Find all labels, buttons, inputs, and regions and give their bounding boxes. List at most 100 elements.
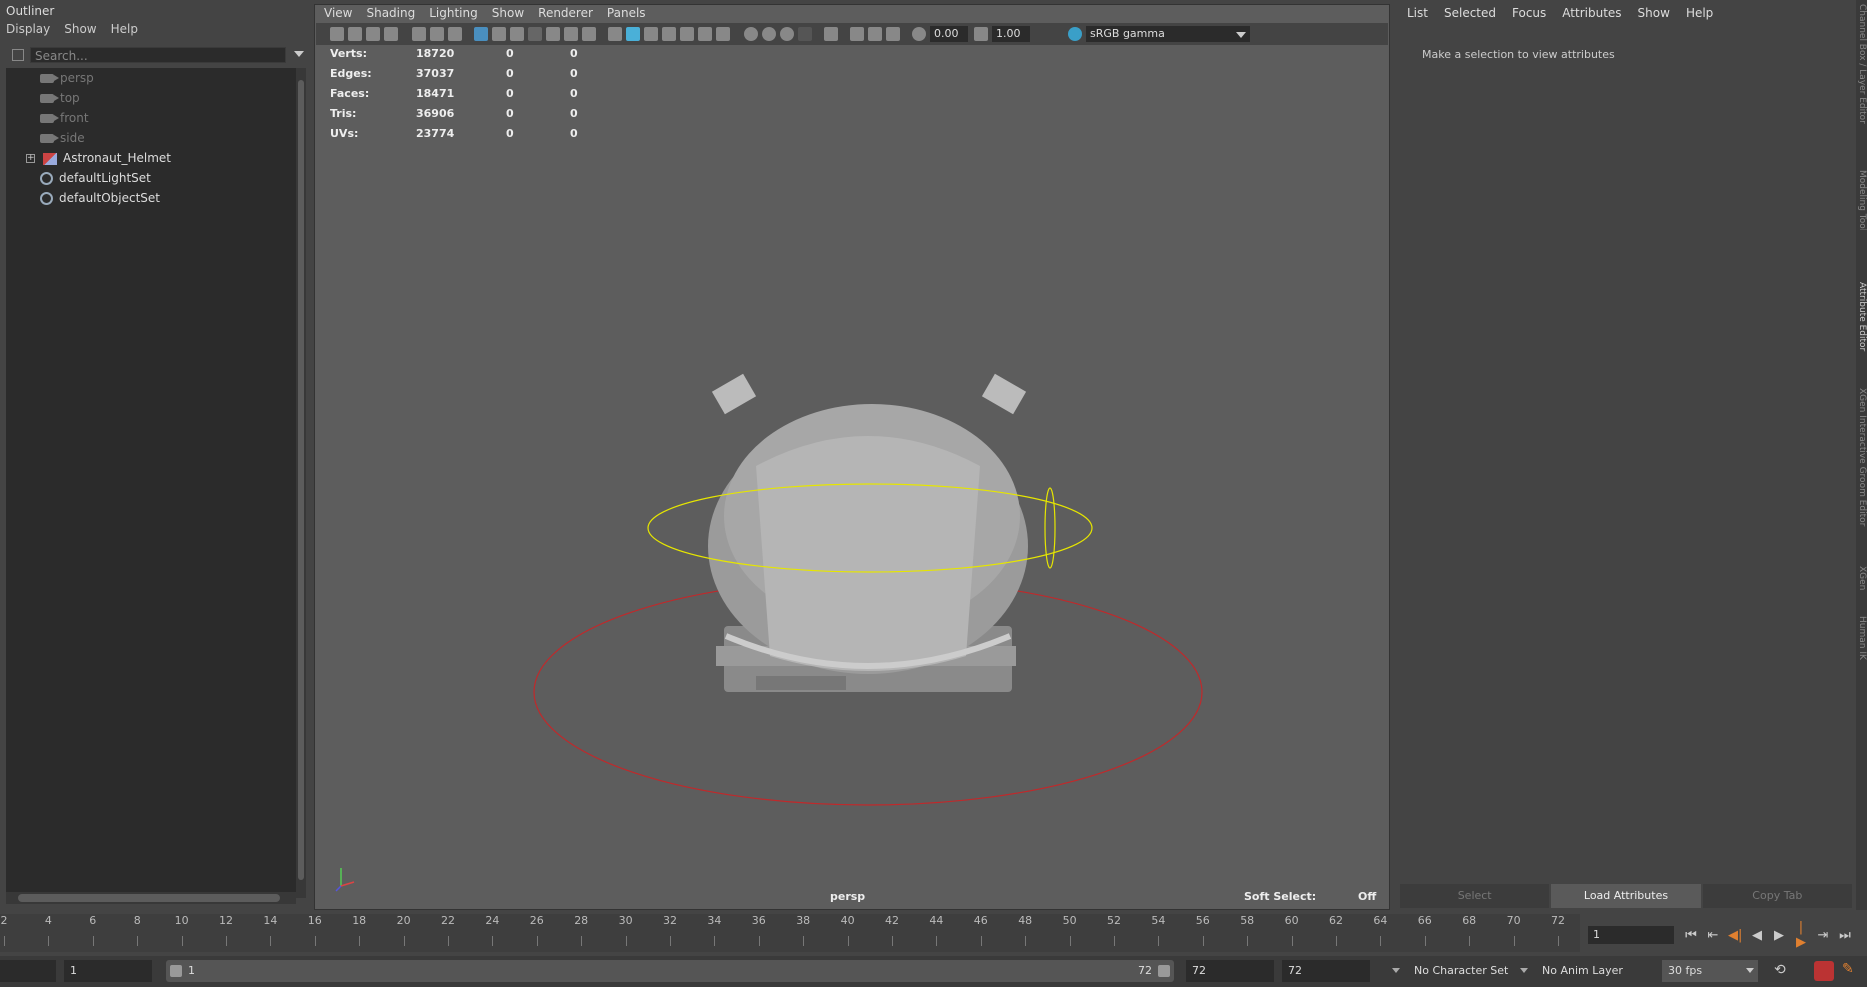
default-material-icon[interactable] — [644, 27, 658, 41]
smooth-shade-icon[interactable] — [626, 27, 640, 41]
step-back-key-icon[interactable]: ⇤ — [1706, 928, 1720, 943]
camera-select-icon[interactable] — [330, 27, 344, 41]
viewport-menu-show[interactable]: Show — [492, 6, 524, 22]
wireframe-on-shaded-icon[interactable] — [680, 27, 694, 41]
attr-menu-list[interactable]: List — [1407, 6, 1428, 20]
shadows-icon[interactable] — [716, 27, 730, 41]
time-slider[interactable]: 2 4 6 8 10 12 14 16 18 20 22 24 26 28 30 32 34 36 38 40 42 44… — [0, 914, 1580, 952]
frame-all-icon[interactable] — [850, 27, 864, 41]
go-to-start-icon[interactable]: ⏮ — [1684, 928, 1698, 943]
hud-toggle-icon[interactable] — [886, 27, 900, 41]
chevron-down-icon[interactable] — [294, 51, 304, 57]
fps-dropdown[interactable]: 30 fps — [1662, 960, 1758, 982]
tree-item-front[interactable]: front — [40, 108, 89, 128]
range-end-handle[interactable] — [1158, 965, 1170, 977]
tree-item-default-light-set[interactable]: defaultLightSet — [40, 168, 151, 188]
outliner-vertical-scroll-thumb[interactable] — [298, 80, 304, 880]
viewport-scene[interactable] — [316, 46, 1388, 908]
range-slider[interactable]: 1 72 — [166, 960, 1174, 982]
field-chart-icon[interactable] — [546, 27, 560, 41]
animation-preferences-icon[interactable]: ✎ — [1842, 961, 1854, 977]
wireframe-icon[interactable] — [608, 27, 622, 41]
attr-menu-attributes[interactable]: Attributes — [1562, 6, 1621, 20]
grease-pencil-icon[interactable] — [412, 27, 426, 41]
tree-item-top[interactable]: top — [40, 88, 80, 108]
chevron-down-icon[interactable] — [1746, 968, 1754, 973]
outliner-horizontal-scroll-thumb[interactable] — [18, 894, 280, 902]
viewport-menu-renderer[interactable]: Renderer — [538, 6, 593, 22]
exposure-field[interactable]: 0.00 — [930, 26, 968, 42]
step-back-frame-icon[interactable]: ◀| — [1728, 928, 1742, 943]
load-attributes-button[interactable]: Load Attributes — [1551, 884, 1701, 908]
auto-key-icon[interactable] — [1814, 961, 1834, 981]
go-to-end-icon[interactable]: ⏭ — [1838, 928, 1852, 943]
xray-joints-icon[interactable] — [762, 27, 776, 41]
play-backwards-icon[interactable]: ◀ — [1750, 928, 1764, 943]
range-start-handle[interactable] — [170, 965, 182, 977]
attr-menu-help[interactable]: Help — [1686, 6, 1713, 20]
side-tab-attribute-editor[interactable]: Attribute Editor — [1856, 282, 1867, 362]
outliner-menu-display[interactable]: Display — [6, 22, 50, 40]
xray-icon[interactable] — [744, 27, 758, 41]
tree-item-astronaut-helmet[interactable]: + Astronaut_Helmet — [26, 148, 171, 168]
gamma-icon[interactable] — [974, 27, 988, 41]
safe-title-icon[interactable] — [582, 27, 596, 41]
bookmark-icon[interactable] — [366, 27, 380, 41]
viewport-menu-view[interactable]: View — [324, 6, 352, 22]
playback-start-field[interactable]: 1 — [64, 960, 152, 982]
viewport-menu-lighting[interactable]: Lighting — [429, 6, 478, 22]
tree-item-side[interactable]: side — [40, 128, 85, 148]
grid-icon[interactable] — [474, 27, 488, 41]
attr-menu-selected[interactable]: Selected — [1444, 6, 1496, 20]
motion-blur-icon[interactable] — [798, 27, 812, 41]
animation-end-field[interactable]: 72 — [1282, 960, 1370, 982]
viewport-menu-panels[interactable]: Panels — [607, 6, 646, 22]
resolution-gate-icon[interactable] — [510, 27, 524, 41]
isolate-select-icon[interactable] — [824, 27, 838, 41]
chevron-down-icon[interactable] — [1236, 32, 1246, 38]
outliner-menu-help[interactable]: Help — [111, 22, 138, 40]
current-frame-field[interactable]: 1 — [1588, 926, 1674, 944]
anim-layer-dropdown[interactable]: No Anim Layer — [1536, 960, 1642, 982]
side-tab-xgen-groom[interactable]: XGen Interactive Groom Editor — [1856, 388, 1867, 548]
chevron-down-icon[interactable] — [1392, 968, 1400, 973]
side-tab-channel-box[interactable]: Channel Box / Layer Editor — [1856, 4, 1867, 144]
copy-tab-button[interactable]: Copy Tab — [1702, 884, 1852, 908]
loop-icon[interactable]: ⟲ — [1774, 962, 1786, 978]
character-set-dropdown[interactable]: No Character Set — [1408, 960, 1514, 982]
lights-icon[interactable] — [698, 27, 712, 41]
color-management-icon[interactable] — [1068, 27, 1082, 41]
step-forward-key-icon[interactable]: ⇥ — [1816, 928, 1830, 943]
expand-plus-icon[interactable]: + — [26, 154, 35, 163]
film-gate-icon[interactable] — [492, 27, 506, 41]
gate-mask-icon[interactable] — [528, 27, 542, 41]
filter-icon[interactable] — [12, 49, 24, 61]
paint-icon[interactable] — [448, 27, 462, 41]
frame-selected-icon[interactable] — [868, 27, 882, 41]
side-tab-xgen[interactable]: XGen — [1856, 566, 1867, 596]
play-forwards-icon[interactable]: ▶ — [1772, 928, 1786, 943]
2d-pan-zoom-icon[interactable] — [430, 27, 444, 41]
attr-menu-focus[interactable]: Focus — [1512, 6, 1546, 20]
outliner-search-input[interactable]: Search... — [30, 47, 286, 63]
textured-icon[interactable] — [662, 27, 676, 41]
select-button[interactable]: Select — [1400, 884, 1550, 908]
color-space-dropdown[interactable]: sRGB gamma — [1086, 26, 1250, 42]
exposure-icon[interactable] — [912, 27, 926, 41]
side-tab-human-ik[interactable]: Human IK — [1856, 616, 1867, 676]
playback-end-field[interactable]: 72 — [1186, 960, 1274, 982]
side-tab-modeling-toolkit[interactable]: Modeling Toolkit — [1856, 170, 1867, 230]
step-forward-frame-icon[interactable]: |▶ — [1794, 920, 1808, 950]
camera-attributes-icon[interactable] — [348, 27, 362, 41]
ambient-occlusion-icon[interactable] — [780, 27, 794, 41]
animation-start-field[interactable] — [0, 960, 56, 982]
safe-action-icon[interactable] — [564, 27, 578, 41]
chevron-down-icon[interactable] — [1520, 968, 1528, 973]
attr-menu-show[interactable]: Show — [1638, 6, 1670, 20]
gamma-field[interactable]: 1.00 — [992, 26, 1030, 42]
tree-item-persp[interactable]: persp — [40, 68, 94, 88]
image-plane-icon[interactable] — [384, 27, 398, 41]
tree-item-default-object-set[interactable]: defaultObjectSet — [40, 188, 160, 208]
viewport-menu-shading[interactable]: Shading — [366, 6, 415, 22]
outliner-menu-show[interactable]: Show — [64, 22, 96, 40]
